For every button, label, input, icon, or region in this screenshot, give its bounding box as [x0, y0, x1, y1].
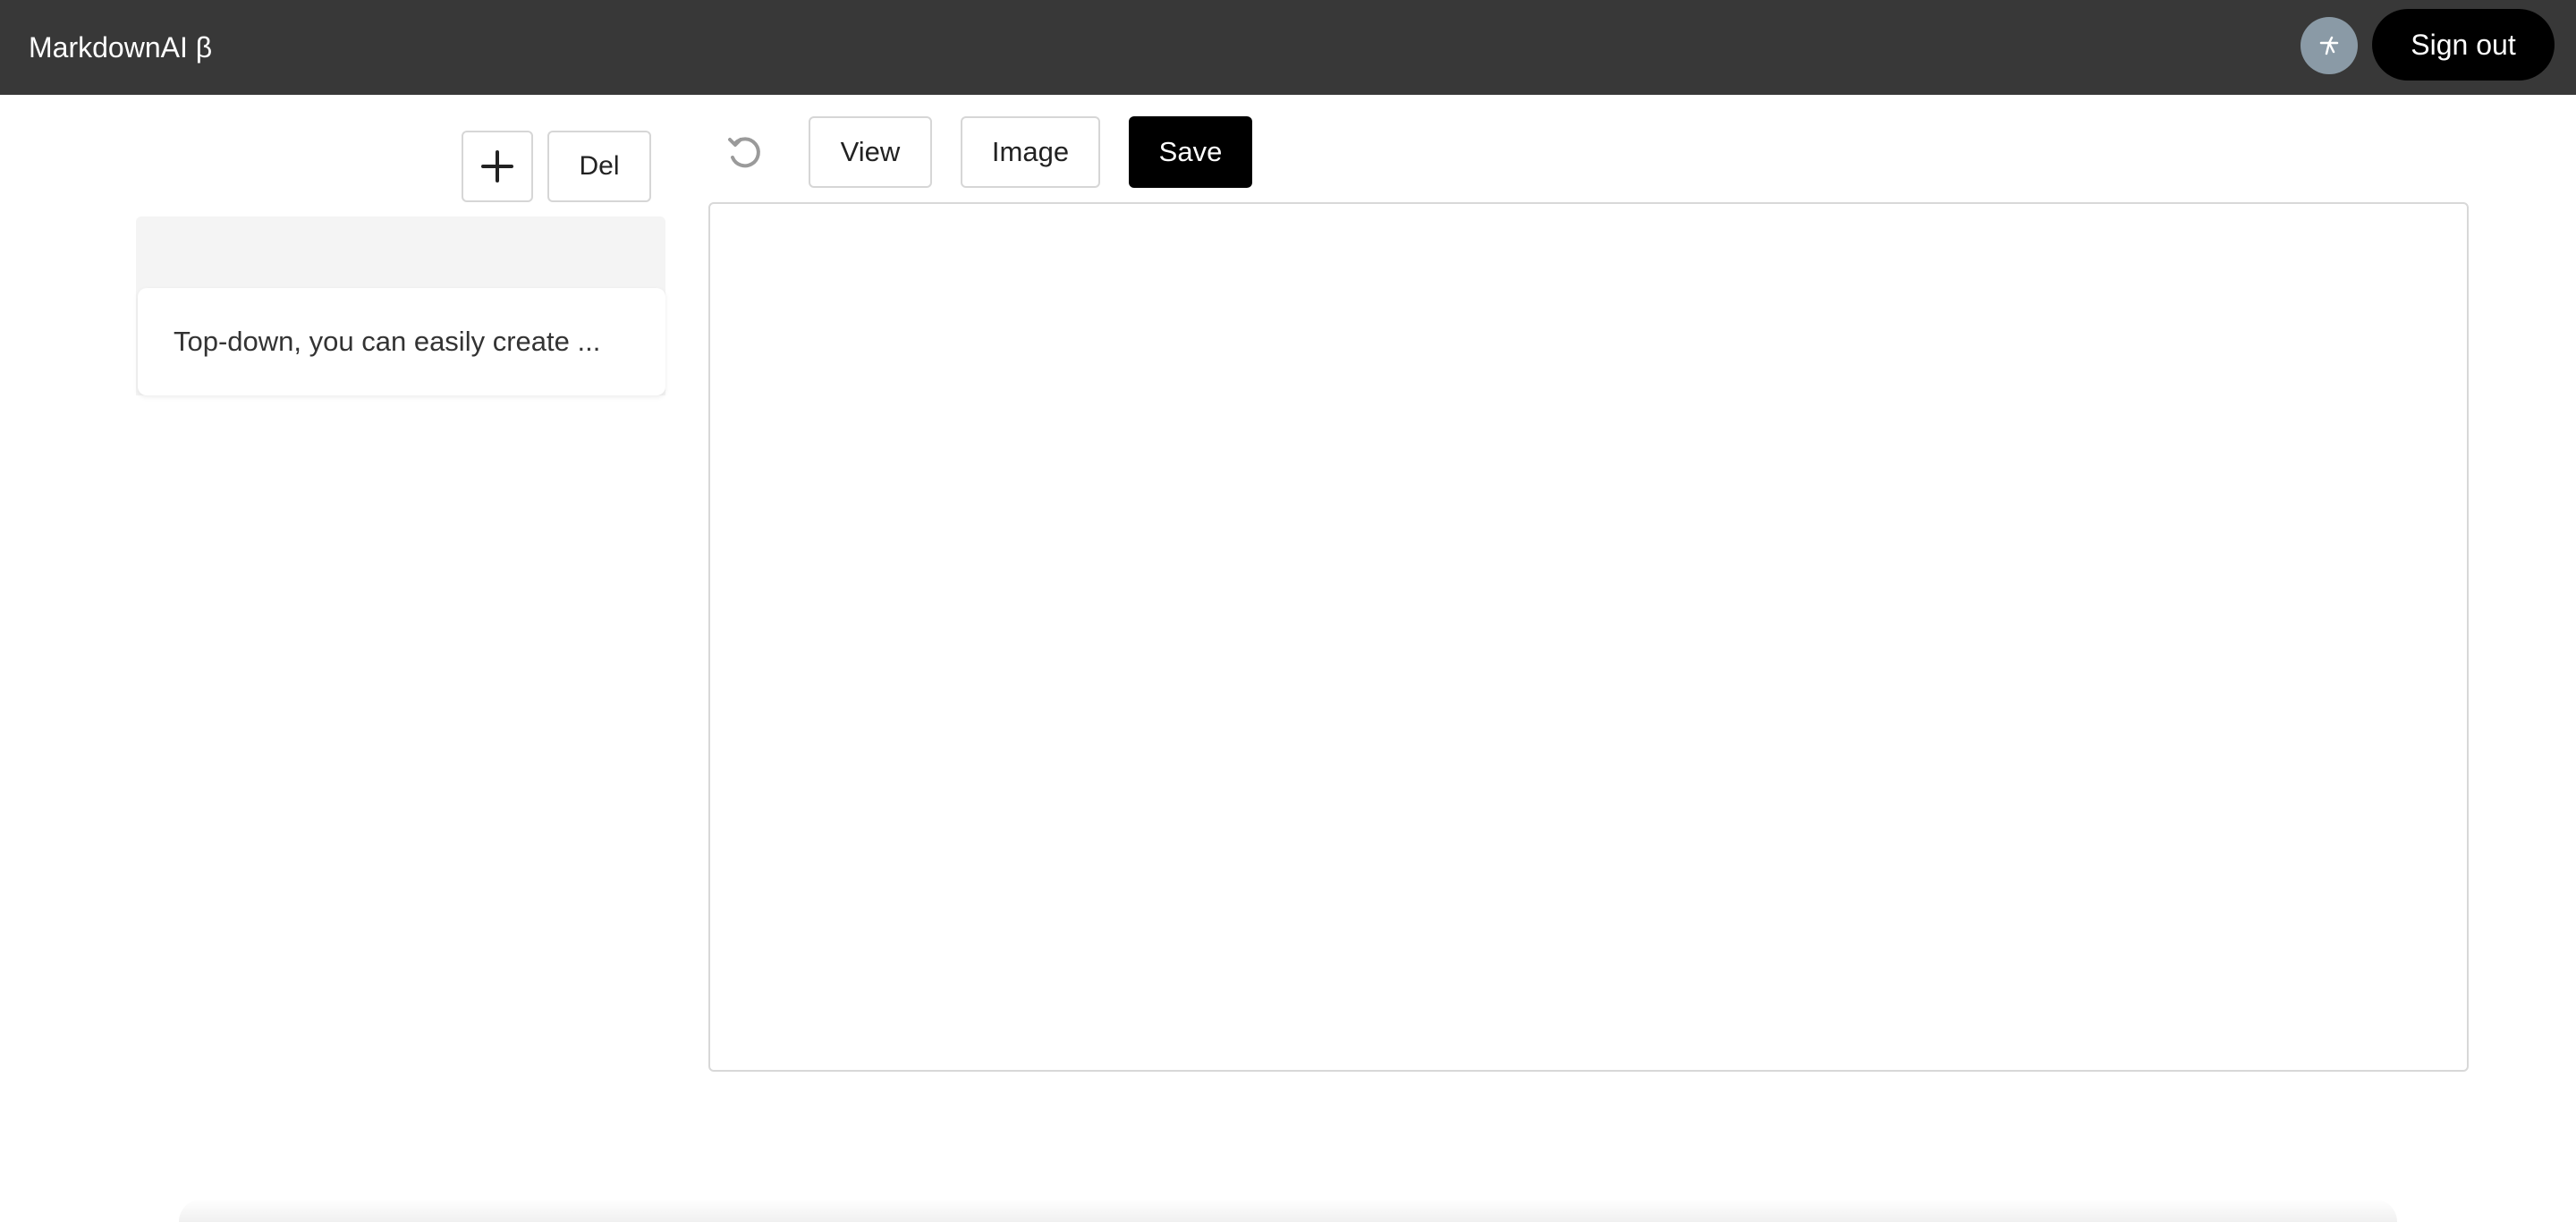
user-avatar-icon[interactable]: [2301, 17, 2358, 74]
bottom-panel-edge: [179, 1199, 2397, 1222]
undo-button[interactable]: [717, 127, 771, 181]
image-button[interactable]: Image: [961, 116, 1100, 188]
avatar-glyph-icon: [2319, 36, 2339, 55]
document-list-header: [136, 216, 665, 288]
undo-icon: [728, 137, 760, 168]
add-document-button[interactable]: [462, 131, 533, 202]
delete-document-button[interactable]: Del: [547, 131, 651, 202]
view-button[interactable]: View: [809, 116, 932, 188]
app-title: MarkdownAI β: [29, 31, 213, 64]
top-bar: MarkdownAI β Sign out: [0, 0, 2576, 95]
plus-icon: [481, 150, 513, 182]
document-list: Top-down, you can easily create ...: [136, 216, 665, 395]
sign-out-button[interactable]: Sign out: [2372, 9, 2555, 81]
document-list-item[interactable]: Top-down, you can easily create ...: [138, 288, 665, 395]
markdown-editor[interactable]: [708, 202, 2469, 1072]
save-button[interactable]: Save: [1129, 116, 1252, 188]
